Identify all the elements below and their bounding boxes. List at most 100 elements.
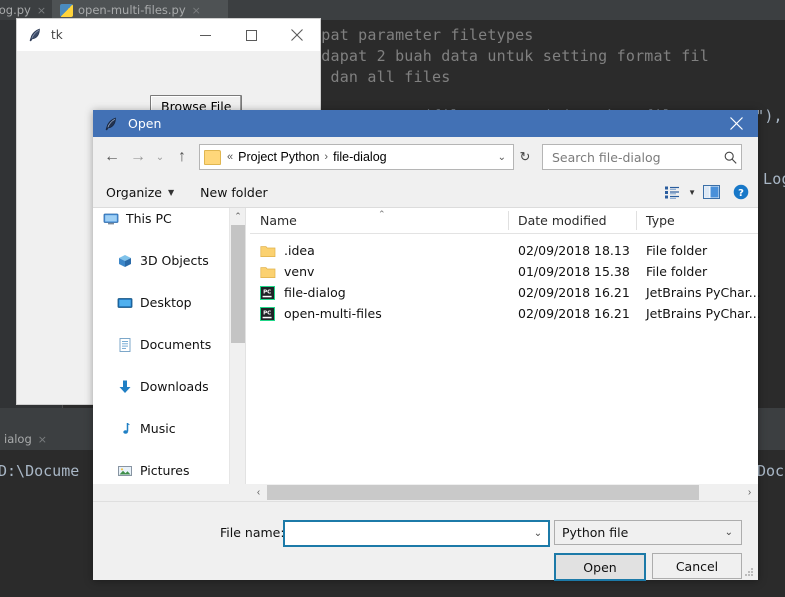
file-name-label: venv: [284, 264, 315, 279]
breadcrumb-prefix: «: [227, 151, 234, 163]
sidebar-item-music[interactable]: Music: [93, 418, 245, 439]
horizontal-scrollbar[interactable]: ‹ ›: [93, 484, 758, 501]
file-name-cell: PC open-multi-files: [260, 306, 382, 321]
sidebar-item-label: Desktop: [140, 295, 192, 310]
back-button[interactable]: ←: [99, 144, 125, 170]
tk-window-title: tk: [51, 28, 63, 42]
table-row[interactable]: PC file-dialog 02/09/2018 16.21 JetBrain…: [250, 282, 761, 303]
sidebar-scrollbar[interactable]: ⌃ ⌄: [229, 208, 245, 510]
open-button[interactable]: Open: [554, 553, 646, 581]
console-tab[interactable]: ialog ×: [0, 428, 55, 450]
tk-title-bar[interactable]: tk: [17, 19, 320, 51]
chevron-down-icon[interactable]: ▼: [688, 188, 696, 197]
command-bar-right: ▼ ?: [661, 183, 758, 201]
dialog-title-bar[interactable]: Open: [93, 110, 758, 137]
file-name-label: open-multi-files: [284, 306, 382, 321]
column-divider[interactable]: [636, 211, 637, 230]
sidebar-item-3d-objects[interactable]: 3D Objects: [93, 250, 245, 271]
code-line: rdapat 2 buah data untuk setting format …: [312, 47, 709, 65]
chevron-down-icon: ▼: [168, 187, 175, 197]
close-icon[interactable]: ×: [38, 433, 47, 446]
file-type-select[interactable]: Python file ⌄: [554, 520, 742, 545]
documents-icon: [117, 337, 133, 353]
close-button[interactable]: [274, 19, 320, 51]
cube-icon: [117, 253, 133, 269]
sidebar-scroll-thumb[interactable]: [231, 225, 245, 343]
table-row[interactable]: PC open-multi-files 02/09/2018 16.21 Jet…: [250, 303, 761, 324]
open-file-dialog[interactable]: Open ← → ⌄ ↑ « Project Python › file-dia…: [93, 110, 761, 581]
up-button[interactable]: ↑: [169, 144, 195, 170]
sidebar-item-this-pc[interactable]: This PC: [93, 208, 245, 229]
sidebar-item-documents[interactable]: Documents: [93, 334, 245, 355]
feather-icon: [103, 116, 119, 132]
preview-pane-icon[interactable]: [698, 183, 724, 201]
scroll-up-arrow[interactable]: ⌃: [230, 208, 245, 225]
recent-locations-button[interactable]: ⌄: [151, 144, 169, 170]
close-icon[interactable]: ×: [37, 4, 46, 17]
scroll-right-arrow[interactable]: ›: [741, 484, 758, 501]
search-input[interactable]: [550, 148, 719, 166]
dialog-title: Open: [128, 116, 162, 131]
editor-right-label: Log: [763, 170, 785, 188]
file-name-cell: PC file-dialog: [260, 285, 346, 300]
close-icon[interactable]: ×: [192, 4, 201, 17]
organize-menu[interactable]: Organize ▼: [106, 185, 174, 200]
list-view-icon[interactable]: [661, 183, 683, 201]
svg-text:PC: PC: [263, 289, 271, 295]
file-name-cell: venv: [260, 264, 314, 279]
breadcrumb-file-dialog[interactable]: file-dialog: [333, 150, 387, 164]
column-header-name[interactable]: Name: [260, 208, 297, 233]
sidebar-item-downloads[interactable]: Downloads: [93, 376, 245, 397]
horizontal-scroll-thumb[interactable]: [267, 485, 699, 500]
sidebar-item-pictures[interactable]: Pictures: [93, 460, 245, 481]
sidebar-item-label: Pictures: [140, 463, 190, 478]
file-name-combobox[interactable]: ⌄: [283, 520, 550, 547]
minimize-button[interactable]: [182, 19, 228, 51]
refresh-button[interactable]: ↻: [514, 145, 536, 169]
file-list[interactable]: Name Date modified Type ⌃ .idea 02/09/20…: [250, 208, 761, 510]
column-divider[interactable]: [508, 211, 509, 230]
desktop-icon: [117, 295, 133, 311]
close-button[interactable]: [714, 110, 758, 137]
table-row[interactable]: .idea 02/09/2018 18.13 File folder: [250, 240, 758, 261]
sort-ascending-icon: ⌃: [378, 209, 386, 219]
new-folder-button[interactable]: New folder: [200, 185, 268, 200]
monitor-icon: [103, 211, 119, 227]
places-sidebar[interactable]: This PC 3D Objects Desktop Documents Dow…: [93, 208, 245, 510]
breadcrumb-project-python[interactable]: Project Python: [238, 150, 319, 164]
pycharm-icon: PC: [260, 306, 276, 321]
pycharm-icon: PC: [260, 285, 276, 300]
editor-tab-label: dialog.py: [0, 3, 31, 17]
column-headers: Name Date modified Type ⌃: [250, 208, 758, 234]
code-line: y dan all files: [312, 68, 451, 86]
resize-grip[interactable]: [745, 568, 755, 578]
folder-icon: [204, 149, 221, 165]
search-icon[interactable]: [719, 151, 741, 164]
table-row[interactable]: venv 01/09/2018 15.38 File folder: [250, 261, 758, 282]
python-file-icon: [60, 3, 73, 17]
chevron-down-icon[interactable]: ⌄: [528, 528, 548, 539]
cancel-button[interactable]: Cancel: [652, 553, 742, 579]
scroll-left-arrow[interactable]: ‹: [250, 484, 267, 501]
file-type-cell: File folder: [646, 243, 708, 258]
help-icon[interactable]: ?: [724, 183, 758, 201]
navigation-bar: ← → ⌄ ↑ « Project Python › file-dialog ⌄…: [93, 137, 758, 177]
chevron-down-icon[interactable]: ⌄: [498, 152, 506, 163]
sidebar-item-label: This PC: [126, 211, 172, 226]
music-icon: [117, 421, 133, 437]
file-date-cell: 02/09/2018 16.21: [518, 306, 630, 321]
maximize-button[interactable]: [228, 19, 274, 51]
file-name-label: File name:: [220, 525, 285, 540]
file-type-cell: JetBrains PyChar...: [646, 285, 761, 300]
address-bar[interactable]: « Project Python › file-dialog ⌄: [199, 144, 514, 170]
file-name-input[interactable]: [289, 525, 528, 542]
sidebar-item-desktop[interactable]: Desktop: [93, 292, 245, 313]
column-header-date-modified[interactable]: Date modified: [518, 208, 607, 233]
search-box[interactable]: [542, 144, 742, 170]
tk-window-controls: [182, 19, 320, 51]
file-date-cell: 02/09/2018 18.13: [518, 243, 630, 258]
column-header-type[interactable]: Type: [646, 208, 675, 233]
forward-button[interactable]: →: [125, 144, 151, 170]
file-type-cell: File folder: [646, 264, 708, 279]
file-name-cell: .idea: [260, 243, 315, 258]
